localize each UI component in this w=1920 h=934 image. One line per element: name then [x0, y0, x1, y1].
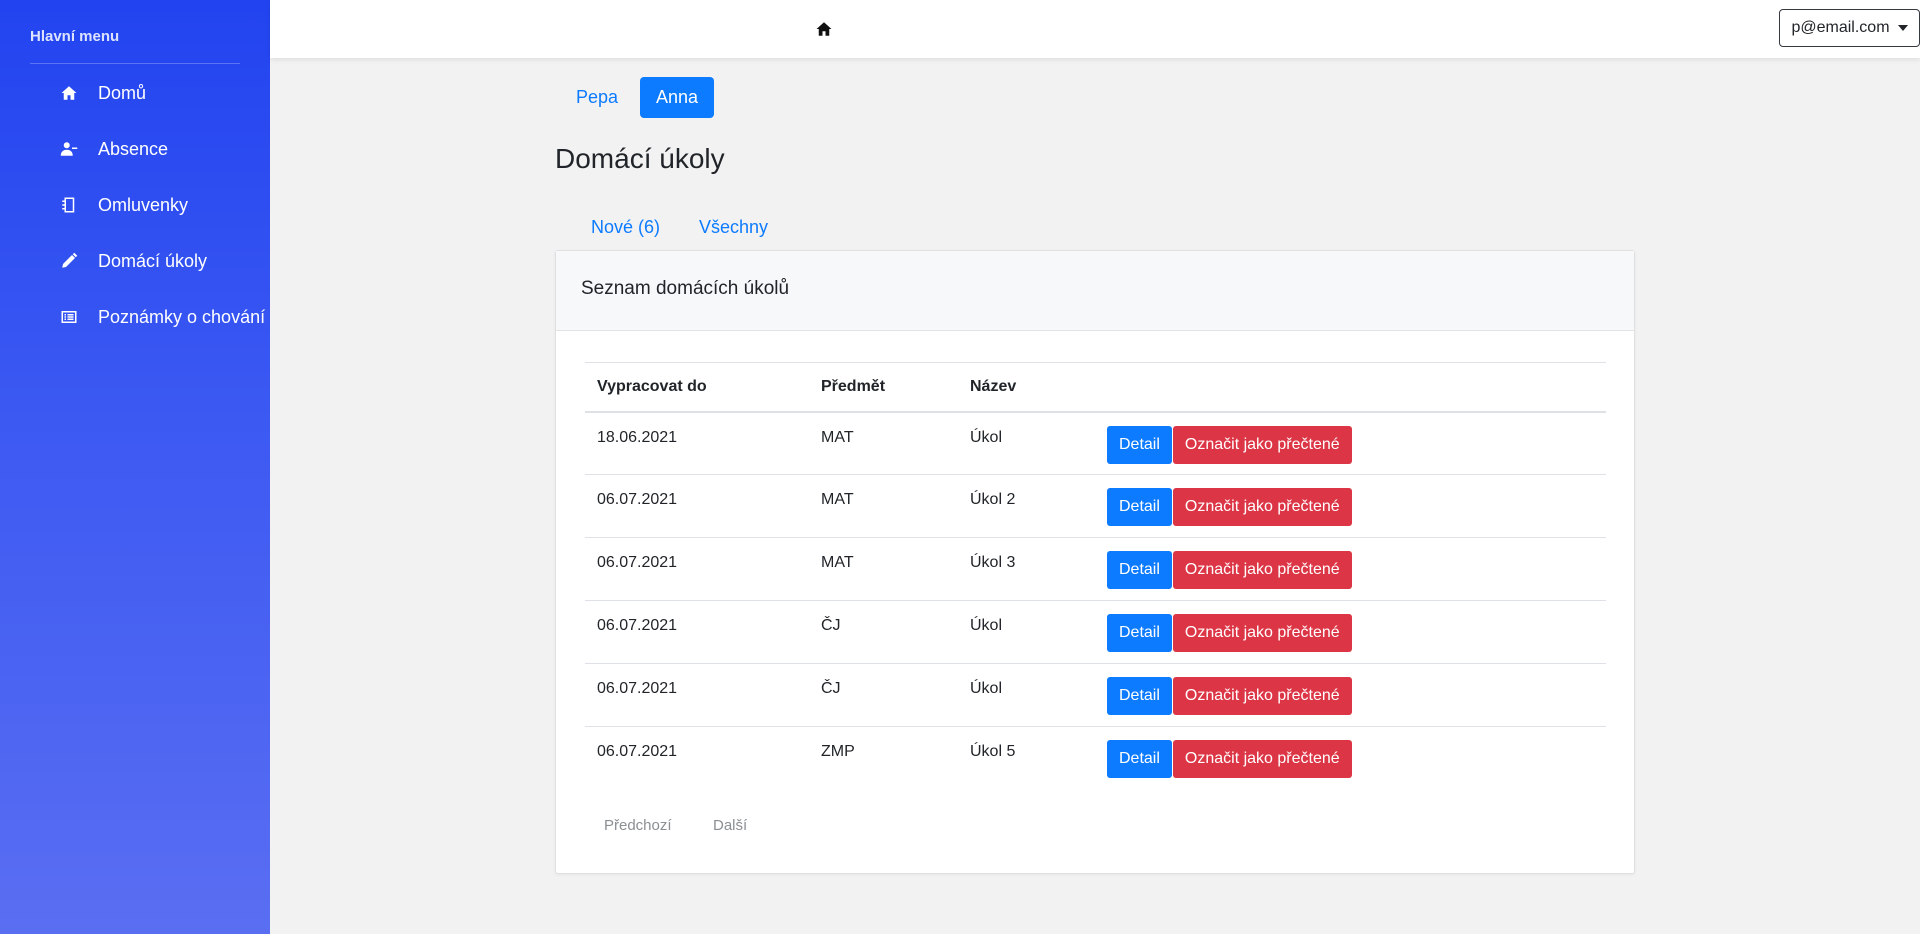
cell-subject: ČJ [809, 663, 958, 727]
cell-due: 06.07.2021 [585, 537, 809, 601]
column-header-actions [1097, 362, 1606, 413]
mark-read-button[interactable]: Označit jako přečtené [1172, 551, 1352, 589]
card-title: Seznam domácích úkolů [581, 278, 790, 299]
sidebar-item-label: Absence [98, 138, 169, 159]
cell-due: 06.07.2021 [585, 663, 809, 727]
sidebar-item-home[interactable]: Domů [58, 78, 146, 108]
home-icon[interactable] [813, 18, 835, 40]
pagination-prev[interactable]: Předchozí [604, 817, 672, 834]
cell-name: Úkol [958, 600, 1097, 664]
cell-subject: ZMP [821, 743, 855, 760]
tab-all[interactable]: Všechny [699, 217, 768, 238]
detail-button[interactable]: Detail [1107, 488, 1172, 526]
detail-button[interactable]: Detail [1107, 614, 1172, 652]
cell-name: Úkol [958, 663, 1097, 727]
detail-button[interactable]: Detail [1107, 551, 1172, 589]
cell-actions: Detail Označit jako přečtené [1097, 600, 1606, 664]
table-row: 06.07.2021 MAT Úkol 3 Detail Označit jako… [585, 537, 1606, 601]
cell-subject: MAT [809, 411, 958, 475]
column-header-due: Vypracovat do [585, 362, 809, 413]
cell-name: Úkol 3 [958, 537, 1097, 601]
topbar: p@email.com [270, 0, 1920, 58]
sidebar-item-excuses[interactable]: Omluvenky [58, 190, 188, 220]
cell-due: 18.06.2021 [585, 411, 809, 475]
notebook-icon [58, 194, 80, 216]
table-row: 06.07.2021 ČJ Úkol Detail Označit jako př… [585, 600, 1606, 664]
table-header-row: Vypracovat do Předmět Název [585, 362, 1606, 413]
pencil-icon [58, 250, 80, 272]
sidebar-item-behaviour[interactable]: Poznámky o chování [58, 302, 265, 332]
table-row: 06.07.2021 ZMP Úkol 5 Detail Označit jako… [585, 727, 1606, 790]
mark-read-button[interactable]: Označit jako přečtené [1172, 425, 1352, 464]
page-title: Domácí úkoly [555, 143, 725, 174]
cell-actions: Detail Označit jako přečtené [1097, 474, 1606, 538]
home-icon [58, 82, 80, 104]
column-header-name: Název [958, 362, 1097, 413]
sidebar-item-homework[interactable]: Domácí úkoly [58, 246, 207, 276]
homework-table: Vypracovat do Předmět Název 18.06.2021 M… [585, 362, 1606, 790]
cell-due: 06.07.2021 [585, 600, 809, 664]
mark-read-button[interactable]: Označit jako přečtené [1172, 740, 1352, 778]
table-row: 06.07.2021 ČJ Úkol Detail Označit jako př… [585, 663, 1606, 727]
cell-name: Úkol 2 [958, 474, 1097, 538]
card-header: Seznam domácích úkolů [556, 251, 1634, 331]
cell-due: 06.07.2021 [585, 474, 809, 538]
detail-button[interactable]: Detail [1107, 677, 1172, 715]
user-minus-icon [58, 138, 80, 160]
user-menu-dropdown[interactable]: p@email.com [1779, 9, 1920, 47]
table-row: 18.06.2021 MAT Úkol Detail Označit jako p… [585, 411, 1606, 475]
cell-name: Úkol [958, 411, 1097, 475]
child-tab-anna[interactable]: Anna [640, 77, 715, 118]
homework-card: Seznam domácích úkolů Vypracovat do Před… [555, 250, 1635, 874]
sidebar: Hlavní menu Domů Absence Omluvenky Domác… [0, 0, 270, 934]
user-email: p@email.com [1791, 19, 1890, 36]
caret-down-icon [1897, 25, 1908, 31]
child-tab-pepa[interactable]: Pepa [560, 77, 634, 118]
detail-button[interactable]: Detail [1107, 425, 1172, 464]
column-header-subject: Předmět [809, 362, 958, 413]
detail-button[interactable]: Detail [1107, 740, 1172, 778]
cell-subject: ČJ [809, 600, 958, 664]
sidebar-item-label: Domácí úkoly [98, 250, 208, 271]
list-icon [58, 306, 80, 328]
cell-actions: Detail Označit jako přečtené [1097, 727, 1606, 790]
cell-subject: MAT [809, 474, 958, 538]
cell-actions: Detail Označit jako přečtené [1097, 537, 1606, 601]
table-row: 06.07.2021 MAT Úkol 2 Detail Označit jako… [585, 474, 1606, 538]
sidebar-item-absence[interactable]: Absence [58, 134, 168, 164]
cell-subject: MAT [809, 537, 958, 601]
cell-due: 06.07.2021 [597, 743, 678, 760]
tab-new[interactable]: Nové (6) [591, 217, 660, 238]
cell-name: Úkol 5 [970, 743, 1016, 760]
cell-actions: Detail Označit jako přečtené [1097, 411, 1606, 475]
pagination-next[interactable]: Další [713, 817, 747, 834]
mark-read-button[interactable]: Označit jako přečtené [1172, 614, 1352, 652]
sidebar-item-label: Poznámky o chování [98, 306, 266, 327]
mark-read-button[interactable]: Označit jako přečtené [1172, 488, 1352, 526]
sidebar-item-label: Omluvenky [98, 194, 189, 215]
mark-read-button[interactable]: Označit jako přečtené [1172, 677, 1352, 715]
sidebar-divider [30, 63, 240, 64]
cell-actions: Detail Označit jako přečtené [1097, 663, 1606, 727]
sidebar-heading: Hlavní menu [30, 28, 120, 45]
sidebar-item-label: Domů [98, 82, 147, 103]
